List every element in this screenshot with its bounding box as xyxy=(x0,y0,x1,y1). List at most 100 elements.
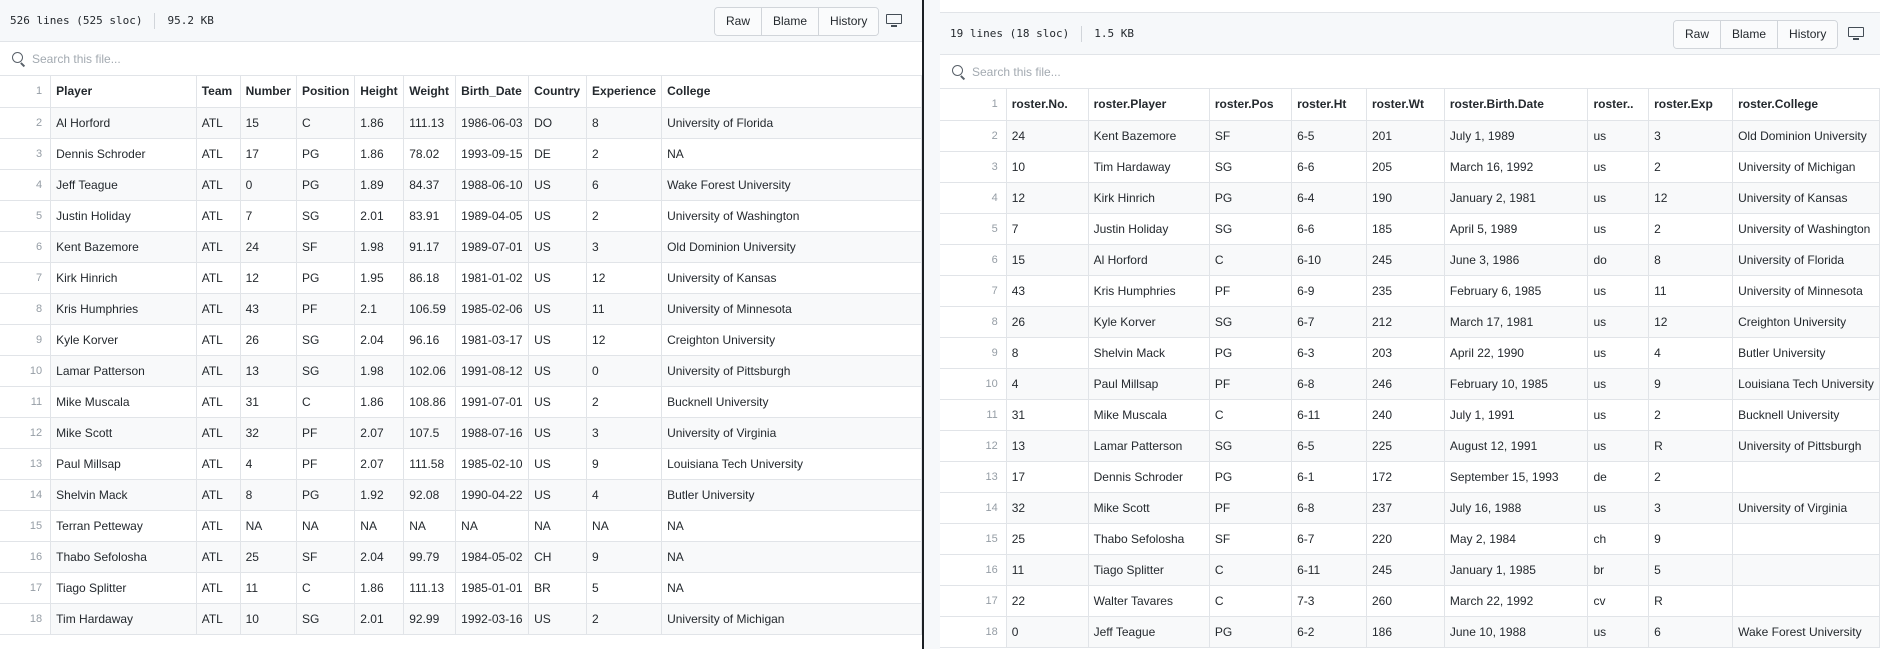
table-cell: 25 xyxy=(1006,523,1089,555)
table-cell: us xyxy=(1587,275,1650,307)
table-cell: 7-3 xyxy=(1291,585,1367,617)
table-cell: 84.37 xyxy=(403,169,457,201)
table-cell: 83.91 xyxy=(403,200,457,232)
table-cell: University of Florida xyxy=(1732,244,1880,276)
table-cell: PG xyxy=(296,138,356,170)
line-number[interactable]: 18 xyxy=(940,616,1007,648)
line-number[interactable]: 18 xyxy=(0,603,52,635)
table-cell: PG xyxy=(1209,182,1293,214)
search-input[interactable] xyxy=(972,64,1272,79)
table-cell: University of Michigan xyxy=(1732,151,1880,183)
line-number[interactable]: 17 xyxy=(0,572,52,604)
table-cell: ATL xyxy=(196,355,241,387)
line-number[interactable]: 3 xyxy=(940,151,1007,183)
table-cell: US xyxy=(528,417,588,449)
table-cell: NA xyxy=(296,510,356,542)
table-cell: Old Dominion University xyxy=(661,231,922,263)
table-row: 11 Mike Muscala ATL 31 C 1.86 108.86 1991-07-01… xyxy=(0,386,922,418)
line-number[interactable]: 3 xyxy=(0,138,52,170)
line-number[interactable]: 9 xyxy=(940,337,1007,369)
line-number[interactable]: 12 xyxy=(0,417,52,449)
line-number[interactable]: 9 xyxy=(0,324,52,356)
line-number[interactable]: 13 xyxy=(0,448,52,480)
blame-button[interactable]: Blame xyxy=(1721,21,1779,48)
table-row: 2 24 Kent Bazemore SF 6-5 201 July 1, 1989 us 3 O… xyxy=(940,120,1880,152)
table-cell: Shelvin Mack xyxy=(50,479,197,511)
line-number[interactable]: 5 xyxy=(940,213,1007,245)
line-number[interactable]: 10 xyxy=(0,355,52,387)
line-number[interactable]: 8 xyxy=(940,306,1007,338)
search-input[interactable] xyxy=(32,51,332,66)
table-cell: 2 xyxy=(1648,213,1734,245)
history-button[interactable]: History xyxy=(819,8,879,35)
pane-divider[interactable] xyxy=(922,0,940,649)
history-button[interactable]: History xyxy=(1778,21,1838,48)
raw-button[interactable]: Raw xyxy=(1674,21,1722,48)
table-header-row: 1 Player Team Number Position Height Wei… xyxy=(0,76,922,108)
table-cell: 2.1 xyxy=(354,293,405,325)
table-cell: 10 xyxy=(1006,151,1089,183)
table-cell: us xyxy=(1587,430,1650,462)
line-number[interactable]: 10 xyxy=(940,368,1007,400)
line-number[interactable]: 13 xyxy=(940,461,1007,493)
line-number[interactable]: 14 xyxy=(940,492,1007,524)
table-row: 17 Tiago Splitter ATL 11 C 1.86 111.13 1985-01-… xyxy=(0,572,922,604)
table-cell: University of Michigan xyxy=(661,603,922,635)
table-cell: 1988-06-10 xyxy=(455,169,530,201)
table-cell: 3 xyxy=(1648,492,1734,524)
table-cell: 186 xyxy=(1366,616,1445,648)
line-number[interactable]: 17 xyxy=(940,585,1007,617)
table-cell: Justin Holiday xyxy=(50,200,197,232)
line-number[interactable]: 2 xyxy=(940,120,1007,152)
line-number[interactable]: 4 xyxy=(0,169,52,201)
line-number[interactable]: 15 xyxy=(0,510,52,542)
table-cell: 235 xyxy=(1366,275,1445,307)
line-number[interactable]: 14 xyxy=(0,479,52,511)
line-number[interactable]: 11 xyxy=(940,399,1007,431)
line-number[interactable]: 15 xyxy=(940,523,1007,555)
line-number[interactable]: 16 xyxy=(0,541,52,573)
column-header: roster.Wt xyxy=(1366,89,1445,121)
line-number[interactable]: 16 xyxy=(940,554,1007,586)
line-number[interactable]: 6 xyxy=(0,231,52,263)
table-cell: 86.18 xyxy=(403,262,457,294)
line-number[interactable]: 2 xyxy=(0,107,52,139)
table-cell: 6-7 xyxy=(1291,306,1367,338)
table-cell: NA xyxy=(240,510,297,542)
table-cell: 11 xyxy=(240,572,297,604)
table-cell: US xyxy=(528,603,588,635)
table-cell: C xyxy=(296,572,356,604)
file-actions: Raw Blame History xyxy=(1673,20,1839,49)
desktop-icon[interactable] xyxy=(886,14,902,28)
table-cell: 1985-02-10 xyxy=(455,448,530,480)
table-cell: Tim Hardaway xyxy=(1088,151,1210,183)
line-number[interactable]: 7 xyxy=(0,262,52,294)
blame-button[interactable]: Blame xyxy=(762,8,820,35)
line-number[interactable]: 8 xyxy=(0,293,52,325)
table-row: 12 Mike Scott ATL 32 PF 2.07 107.5 1988-07-16 US… xyxy=(0,417,922,449)
table-cell: do xyxy=(1587,244,1650,276)
table-header-row: 1 roster.No. roster.Player roster.Pos ro… xyxy=(940,89,1880,121)
table-cell: 7 xyxy=(1006,213,1089,245)
line-number[interactable]: 11 xyxy=(0,386,52,418)
line-number[interactable]: 1 xyxy=(0,76,52,108)
line-number[interactable]: 5 xyxy=(0,200,52,232)
table-cell: 2.04 xyxy=(354,541,405,573)
table-cell: ATL xyxy=(196,107,241,139)
table-cell: PF xyxy=(296,448,356,480)
table-row: 16 11 Tiago Splitter C 6-11 245 January 1, 198… xyxy=(940,554,1880,586)
table-cell: ATL xyxy=(196,138,241,170)
table-cell: 17 xyxy=(1006,461,1089,493)
line-number[interactable]: 7 xyxy=(940,275,1007,307)
table-cell: 31 xyxy=(240,386,297,418)
table-cell xyxy=(1732,523,1880,555)
line-number[interactable]: 1 xyxy=(940,89,1007,121)
desktop-icon[interactable] xyxy=(1848,27,1864,41)
table-cell: PF xyxy=(296,293,356,325)
line-number[interactable]: 6 xyxy=(940,244,1007,276)
table-cell: 24 xyxy=(1006,120,1089,152)
line-number[interactable]: 12 xyxy=(940,430,1007,462)
raw-button[interactable]: Raw xyxy=(715,8,763,35)
line-number[interactable]: 4 xyxy=(940,182,1007,214)
table-cell: January 2, 1981 xyxy=(1444,182,1589,214)
